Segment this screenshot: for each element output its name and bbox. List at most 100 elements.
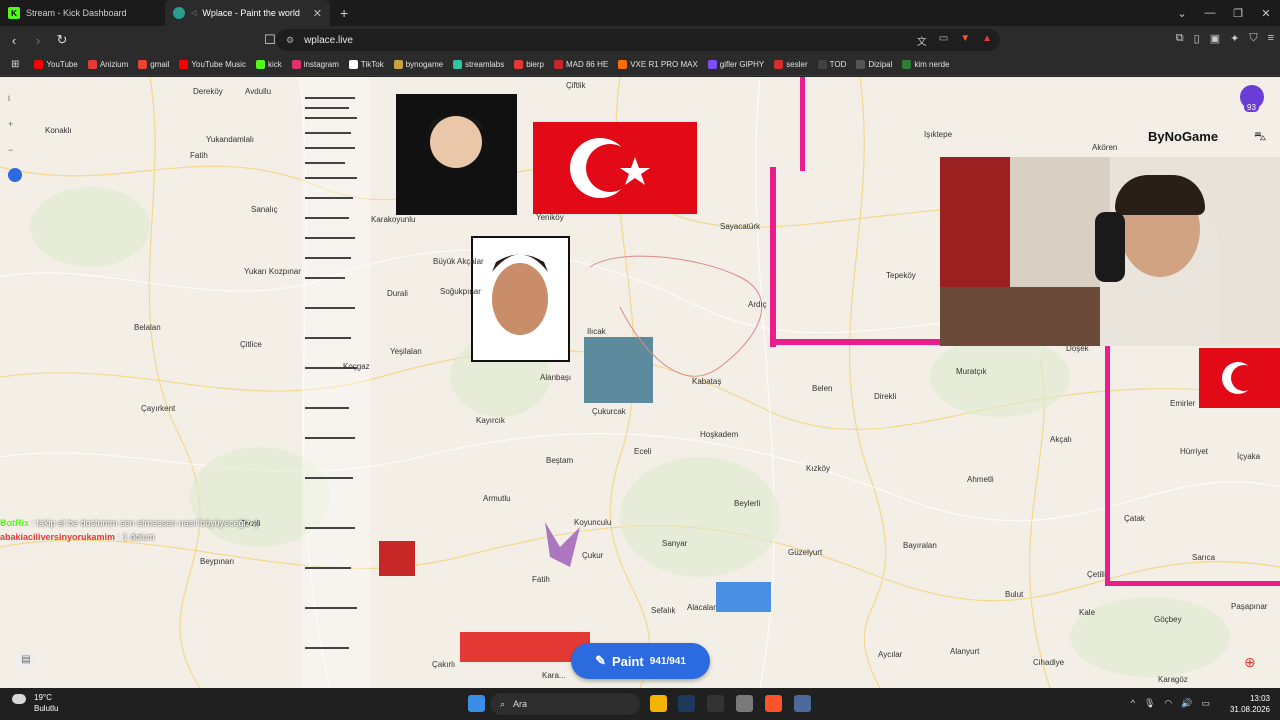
place-label: Armutlu [483,494,511,503]
place-label: Belen [812,384,833,393]
bookmark-label: bynogame [405,60,444,69]
chat-message: : takip et be dostumm sen etmessen nasıl… [31,518,259,528]
brave-rewards-icon[interactable]: ▲ [982,33,992,48]
notification-count: 93 [1244,103,1259,112]
bookmark-streamlabs[interactable]: streamlabs [448,60,509,69]
maximize-button[interactable]: ❐ [1224,7,1252,20]
bookmark-favicon-icon [291,60,301,69]
forward-button[interactable]: › [28,33,48,48]
cast-icon[interactable]: ▭ [939,33,948,48]
apps-grid-icon[interactable]: ⊞ [6,59,29,70]
zoom-in-button[interactable]: + [8,111,13,137]
tab-search-icon[interactable]: ⌄ [1168,7,1196,20]
bookmark-mad-86-he[interactable]: MAD 86 HE [549,60,613,69]
minimize-button[interactable]: — [1196,7,1224,19]
system-tray: ^ 🎙 ◠ 🔊 ▭ [1131,698,1210,709]
bookmark-dizipal[interactable]: Dizipal [851,60,897,69]
app-icon[interactable] [794,695,811,712]
store-icon[interactable] [736,695,753,712]
file-explorer-icon[interactable] [650,695,667,712]
paint-button[interactable]: ✎ Paint 941/941 [571,643,710,679]
clock[interactable]: 13:03 31.08.2026 [1230,693,1270,715]
bookmark-tiktok[interactable]: TikTok [344,60,389,69]
steam-icon[interactable] [678,695,695,712]
tab-bar: K Stream - Kick Dashboard ◁ Wplace - Pai… [0,0,1280,26]
place-label: Fatih [532,575,550,584]
place-label: Eceli [634,447,652,456]
weather-widget[interactable]: 19°C Bulutlu [12,692,59,714]
bookmark-label: instagram [303,60,339,69]
bookmark-gmail[interactable]: gmail [133,60,174,69]
tab-wplace[interactable]: ◁ Wplace - Paint the world ✕ [165,0,330,26]
bookmark-label: VXE R1 PRO MAX [630,60,698,69]
brave-shields-icon[interactable]: ▼ [960,33,970,48]
windows-taskbar: 19°C Bulutlu ⌕ Ara ^ 🎙 ◠ 🔊 ▭ 13:03 31.08… [0,688,1280,720]
start-button[interactable] [468,695,485,712]
bookmark-label: TikTok [360,60,384,69]
sidebar-icon[interactable]: ▯ [1194,32,1200,45]
bookmark-favicon-icon [138,60,148,69]
new-tab-button[interactable]: + [340,5,348,21]
place-label: Kale [1079,608,1096,617]
bookmark-bynogame[interactable]: bynogame [389,60,448,69]
nav-bar: ‹ › ↻ ☐ ⚙ wplace.live 文 ▭ ▼ ▲ ⧉ ▯ ▣ ✦ ⛉ … [0,26,1280,54]
menu-icon[interactable]: ≡ [1268,32,1274,45]
site-info-icon[interactable]: ⚙ [286,35,294,46]
extensions-icon[interactable]: ⧉ [1176,32,1184,45]
bookmark-youtube-music[interactable]: YouTube Music [174,60,251,69]
layers-button[interactable]: ▤ [18,654,34,670]
battery-icon[interactable]: ▭ [1201,698,1210,709]
bookmark-sesler[interactable]: sesler [769,60,812,69]
leo-icon[interactable]: ✦ [1230,32,1239,45]
place-label: Akçalı [1050,435,1072,444]
blue-pixel-block [716,582,771,612]
bookmark-kim-nerde[interactable]: kim nerde [897,60,954,69]
microphone-icon[interactable]: 🎙 [1144,698,1155,709]
brave-browser-icon[interactable] [765,695,782,712]
place-label: Avdullu [245,87,272,96]
taskbar-search[interactable]: ⌕ Ara [490,693,640,715]
place-label: Çakırlı [432,660,456,669]
vpn-icon[interactable]: ⛉ [1249,32,1257,45]
bookmark-tod[interactable]: TOD [813,60,852,69]
wifi-icon[interactable]: ◠ [1164,698,1172,709]
info-icon[interactable]: i [8,85,13,111]
bookmark-label: Dizipal [868,60,893,69]
place-label: Ardıç [748,300,767,309]
place-label: Tepeköy [886,271,916,280]
bookmark-label: sesler [786,60,808,69]
close-window-button[interactable]: ✕ [1252,7,1280,20]
place-label: Alacalar [687,603,716,612]
place-label: İçyaka [1237,452,1261,461]
close-tab-icon[interactable]: ✕ [313,7,322,20]
tab-kick-dashboard[interactable]: K Stream - Kick Dashboard [0,0,165,26]
bookmark-anizium[interactable]: Anizium [83,60,133,69]
address-bar[interactable]: ⚙ wplace.live 文 ▭ ▼ ▲ [276,29,1000,51]
place-label: Koyunculu [574,518,612,527]
place-label: Kabataş [692,377,722,386]
tray-overflow-icon[interactable]: ^ [1131,698,1135,709]
reload-button[interactable]: ↻ [52,32,72,48]
zoom-out-button[interactable]: − [8,137,13,163]
back-button[interactable]: ‹ [4,33,24,48]
place-label: Karakoyunlu [371,215,416,224]
place-label: Karagöz [1158,675,1188,684]
epic-games-icon[interactable] [707,695,724,712]
bookmark-youtube[interactable]: YouTube [29,60,82,69]
bookmark-gifler-giphy[interactable]: gifler GIPHY [703,60,769,69]
place-label: Alanyurt [950,647,980,656]
weather-condition: Bulutlu [34,704,59,713]
wallet-icon[interactable]: ▣ [1210,32,1220,45]
map-canvas[interactable]: Dereköy Avdullu Konaklı Yukandamlalı Fatih Çi… [0,77,1280,688]
volume-icon[interactable]: 🔊 [1181,698,1192,709]
bookmark-favicon-icon [707,60,717,69]
translate-icon[interactable]: 文 [917,33,927,48]
bookmark-bierp[interactable]: bierp [509,60,549,69]
bookmark-vxe-r1-pro-max[interactable]: VXE R1 PRO MAX [613,60,703,69]
bookmark-instagram[interactable]: instagram [287,60,344,69]
paint-charges: 941/941 [649,655,686,667]
bookmark-kick[interactable]: kick [251,60,287,69]
bookmark-label: MAD 86 HE [565,60,609,69]
locate-me-icon[interactable]: ⊕ [1244,654,1256,671]
store-cart-icon[interactable]: ⛍ [1254,129,1266,145]
